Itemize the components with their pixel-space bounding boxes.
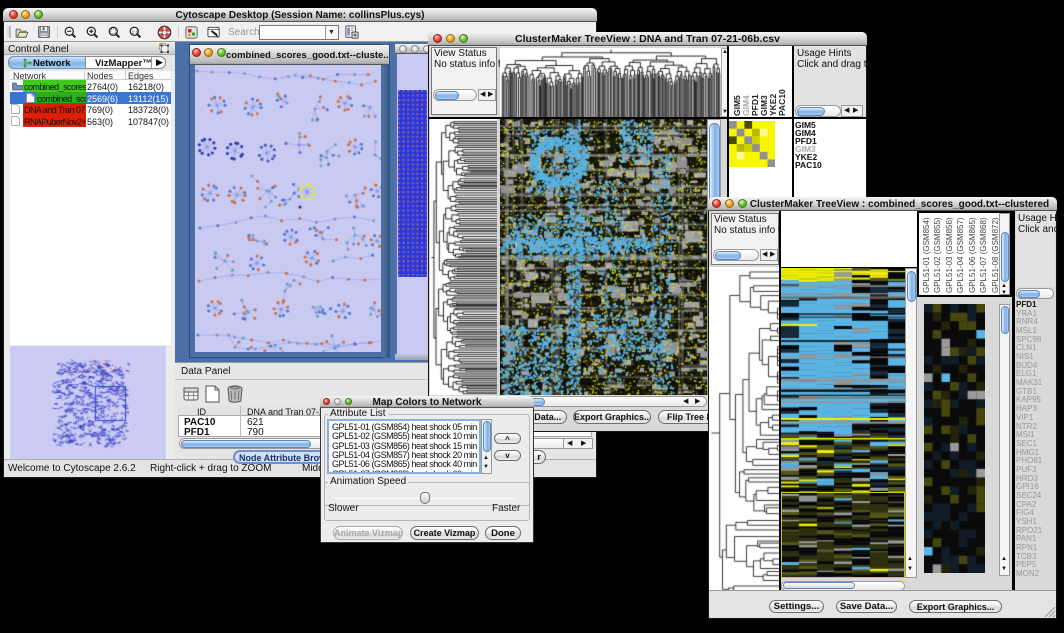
svg-text:1:1: 1:1 [131,29,138,35]
